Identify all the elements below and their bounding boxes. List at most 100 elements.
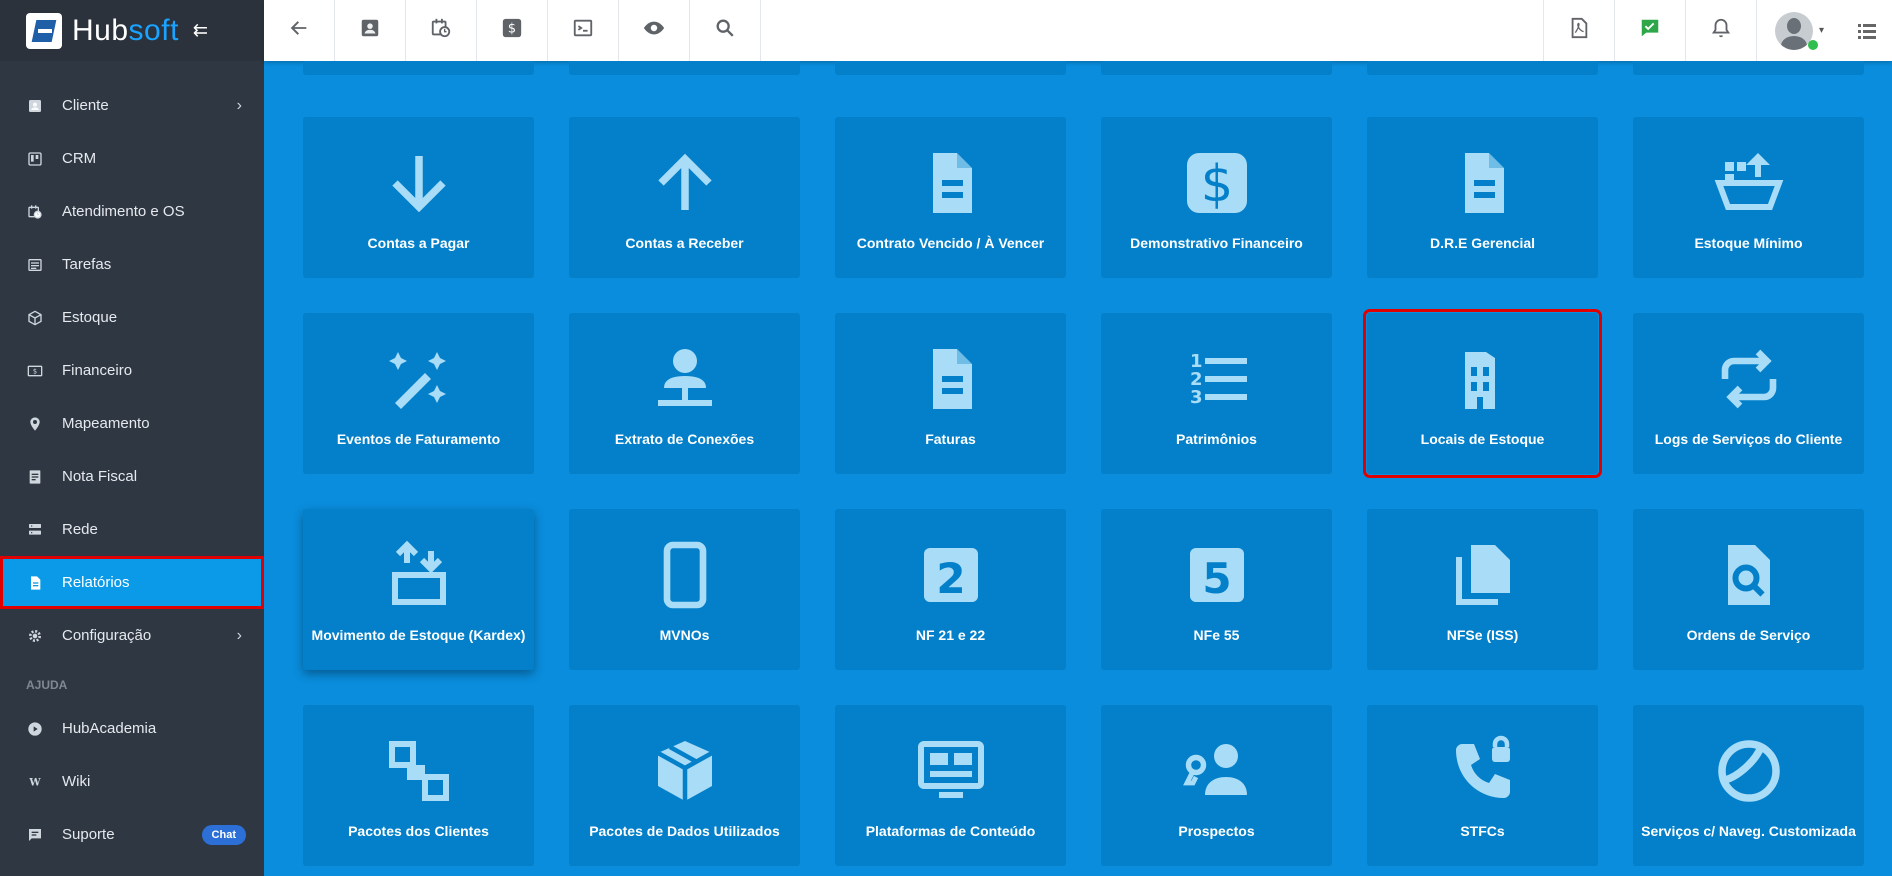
sidebar-item-configuracao[interactable]: Configuração ›	[0, 609, 264, 662]
pdf-icon	[1568, 17, 1590, 44]
dollar-box-icon: $	[1177, 143, 1257, 223]
report-card[interactable]: Locais de Estoque	[1363, 309, 1602, 478]
chevron-right-icon: ›	[236, 626, 242, 644]
online-status-dot	[1807, 39, 1818, 50]
report-card[interactable]: Logs de Serviços do Cliente	[1633, 313, 1864, 474]
report-card[interactable]: Faturas	[835, 313, 1066, 474]
sidebar-item-mapeamento[interactable]: Mapeamento	[0, 397, 264, 450]
report-card[interactable]: Plataformas de Conteúdo	[835, 705, 1066, 866]
report-card-label: Faturas	[925, 431, 976, 447]
arrow-up-icon	[645, 143, 725, 223]
report-icon	[26, 574, 44, 592]
report-card[interactable]: Extrato de Conexões	[569, 313, 800, 474]
sidebar-item-cliente[interactable]: Cliente ›	[0, 79, 264, 132]
report-card[interactable]: Pacotes dos Clientes	[303, 705, 534, 866]
report-card-label: Estoque Mínimo	[1694, 235, 1803, 251]
menu-list-icon[interactable]	[1842, 0, 1892, 61]
report-card[interactable]: Contas a Pagar	[303, 117, 534, 278]
topbar: $ ▾	[264, 0, 1892, 61]
sidebar-item-estoque[interactable]: Estoque	[0, 291, 264, 344]
report-card[interactable]: $ Demonstrativo Financeiro	[1101, 117, 1332, 278]
report-card[interactable]: Eventos de Faturamento	[303, 313, 534, 474]
sidebar-item-label: Tarefas	[62, 256, 112, 273]
report-card-label: D.R.E Gerencial	[1429, 235, 1536, 251]
report-card-partial[interactable]	[569, 61, 800, 75]
back-arrow-button[interactable]	[264, 0, 335, 61]
sidebar-item-nota-fiscal[interactable]: Nota Fiscal	[0, 450, 264, 503]
report-card-partial[interactable]	[1367, 61, 1598, 75]
sidebar-item-wiki[interactable]: W Wiki	[0, 755, 264, 808]
contact-card-icon	[26, 97, 44, 115]
terminal-button[interactable]	[548, 0, 619, 61]
network-icon	[26, 521, 44, 539]
map-pin-icon	[26, 415, 44, 433]
gear-icon	[26, 627, 44, 645]
report-card-partial[interactable]	[303, 61, 534, 75]
sidebar-item-label: Rede	[62, 521, 98, 538]
eye-button[interactable]	[619, 0, 690, 61]
sidebar-item-label: Estoque	[62, 309, 118, 326]
arrow-down-icon	[379, 143, 459, 223]
hubsoft-logo-icon[interactable]	[26, 12, 62, 49]
transfer-box-icon	[379, 535, 459, 615]
collapse-sidebar-icon[interactable]: ⇇	[193, 20, 208, 41]
report-card-partial[interactable]	[835, 61, 1066, 75]
report-card[interactable]: Contas a Receber	[569, 117, 800, 278]
report-card[interactable]: D.R.E Gerencial	[1367, 117, 1598, 278]
sidebar-item-relatorios[interactable]: Relatórios	[0, 556, 264, 609]
sidebar-item-suporte[interactable]: Suporte Chat	[0, 808, 264, 861]
sidebar-item-label: Mapeamento	[62, 415, 150, 432]
sidebar-item-hubacademia[interactable]: HubAcademia	[0, 702, 264, 755]
report-card[interactable]: STFCs	[1367, 705, 1598, 866]
calendar-clock-icon	[430, 17, 452, 44]
sidebar-item-label: Atendimento e OS	[62, 203, 185, 220]
report-card[interactable]: Prospectos	[1101, 705, 1332, 866]
sidebar-item-crm[interactable]: CRM	[0, 132, 264, 185]
report-card-label: Prospectos	[1178, 823, 1255, 839]
svg-text:5: 5	[1202, 554, 1231, 603]
report-card-partial[interactable]	[1101, 61, 1332, 75]
report-card[interactable]: Serviços c/ Naveg. Customizada	[1633, 705, 1864, 866]
report-card[interactable]: Pacotes de Dados Utilizados	[569, 705, 800, 866]
svg-text:W: W	[28, 777, 41, 788]
dollar-button[interactable]: $	[477, 0, 548, 61]
report-card[interactable]: Ordens de Serviço	[1633, 509, 1864, 670]
chat-check-button[interactable]	[1614, 0, 1685, 61]
report-card[interactable]: 1 2 3 Patrimônios	[1101, 313, 1332, 474]
report-card-label: NFSe (ISS)	[1446, 627, 1519, 643]
contact-card-button[interactable]	[335, 0, 406, 61]
sidebar-item-atendimento-e-os[interactable]: Atendimento e OS	[0, 185, 264, 238]
user-menu[interactable]: ▾	[1756, 0, 1842, 61]
document-icon	[911, 143, 991, 223]
report-card[interactable]: Contrato Vencido / À Vencer	[835, 117, 1066, 278]
svg-text:$: $	[508, 22, 516, 37]
report-card[interactable]: 5 NFe 55	[1101, 509, 1332, 670]
repeat-icon	[1709, 339, 1789, 419]
svg-text:$: $	[1200, 155, 1232, 214]
terminal-icon	[572, 17, 594, 44]
report-card-label: Eventos de Faturamento	[336, 431, 501, 447]
calendar-clock-button[interactable]	[406, 0, 477, 61]
sidebar-item-tarefas[interactable]: Tarefas	[0, 238, 264, 291]
search-button[interactable]	[690, 0, 761, 61]
sidebar-item-label: Wiki	[62, 773, 91, 790]
report-card-label: Pacotes de Dados Utilizados	[589, 823, 780, 839]
report-card[interactable]: Estoque Mínimo	[1633, 117, 1864, 278]
sidebar-item-rede[interactable]: Rede	[0, 503, 264, 556]
brand-name[interactable]: Hubsoft	[72, 14, 179, 48]
chat-badge[interactable]: Chat	[201, 824, 246, 845]
report-card[interactable]: 2 NF 21 e 22	[835, 509, 1066, 670]
svg-text:3: 3	[1190, 387, 1203, 408]
report-card[interactable]: MVNOs	[569, 509, 800, 670]
sidebar-item-label: Cliente	[62, 97, 109, 114]
report-card-label: Pacotes dos Clientes	[348, 823, 489, 839]
report-card-partial[interactable]	[1633, 61, 1864, 75]
sidebar-item-financeiro[interactable]: $ Financeiro	[0, 344, 264, 397]
report-card[interactable]: Movimento de Estoque (Kardex)	[303, 509, 534, 670]
bell-button[interactable]	[1685, 0, 1756, 61]
sidebar-item-label: Configuração	[62, 627, 152, 644]
report-card[interactable]: NFSe (ISS)	[1367, 509, 1598, 670]
phone-icon	[645, 535, 725, 615]
pdf-button[interactable]	[1543, 0, 1614, 61]
report-card-label: Movimento de Estoque (Kardex)	[311, 627, 526, 643]
